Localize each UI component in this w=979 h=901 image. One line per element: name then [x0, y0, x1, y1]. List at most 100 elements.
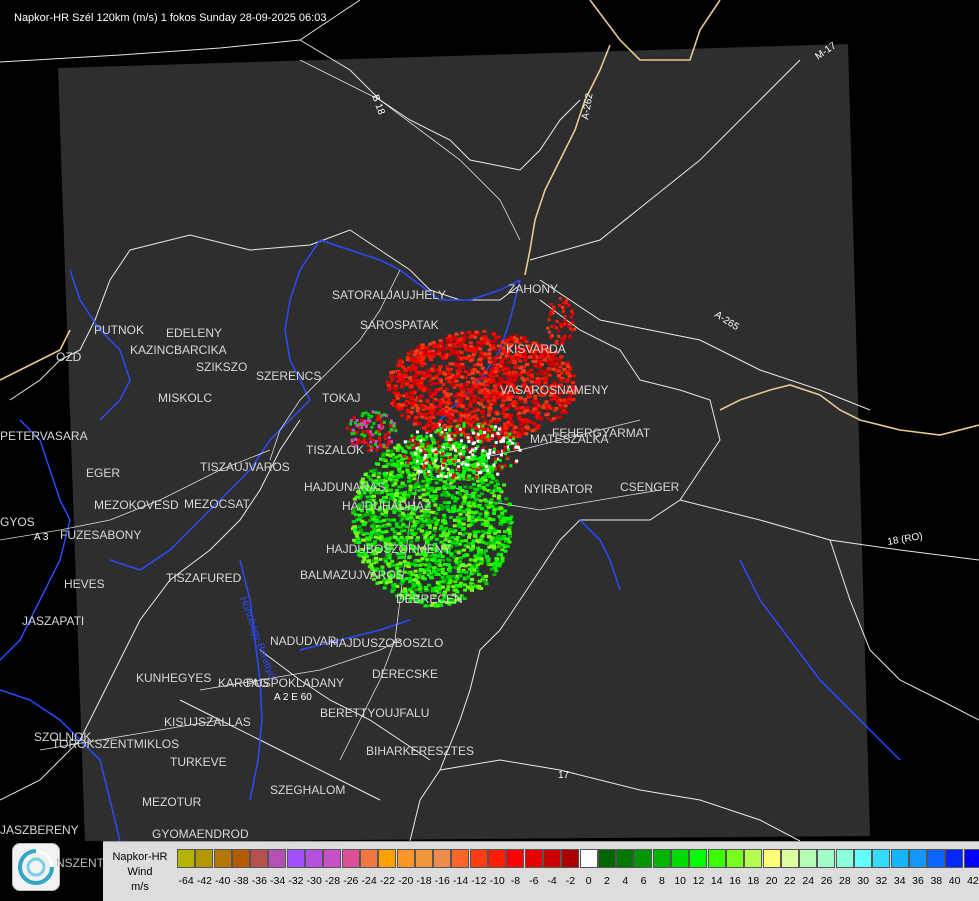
radar-echo-pixel	[377, 439, 381, 443]
radar-echo-pixel	[525, 363, 530, 366]
radar-echo-pixel	[560, 323, 564, 327]
radar-echo-pixel	[402, 369, 407, 373]
radar-echo-pixel	[487, 530, 492, 534]
radar-echo-pixel	[466, 458, 470, 462]
radar-echo-pixel	[457, 473, 461, 477]
radar-echo-pixel	[476, 516, 481, 520]
radar-echo-pixel	[376, 515, 381, 519]
radar-echo-pixel	[436, 568, 441, 572]
radar-echo-pixel	[362, 513, 367, 517]
legend-swatch	[469, 849, 488, 868]
legend-name-line: Napkor-HR	[112, 851, 168, 863]
radar-echo-pixel	[403, 440, 407, 444]
radar-echo-pixel	[389, 449, 394, 453]
radar-echo-pixel	[463, 344, 468, 347]
radar-echo-pixel	[409, 461, 414, 465]
radar-map: B 18 A-262 M-17 A-265 18 (RO) 17 A 3 A 2…	[0, 0, 979, 841]
radar-echo-pixel	[429, 383, 433, 387]
radar-echo-pixel	[505, 544, 510, 548]
radar-echo-pixel	[489, 562, 494, 566]
radar-echo-pixel	[410, 532, 415, 536]
radar-echo-pixel	[406, 561, 411, 565]
radar-echo-pixel	[432, 516, 437, 520]
legend-swatch	[872, 849, 891, 868]
radar-echo-pixel	[461, 522, 466, 526]
legend-swatch	[890, 849, 909, 868]
radar-echo-pixel	[416, 466, 420, 470]
radar-echo-pixel	[463, 370, 468, 374]
radar-echo-pixel	[466, 501, 471, 505]
radar-echo-pixel	[407, 556, 412, 560]
radar-echo-pixel	[413, 563, 418, 567]
city-label: SZERENCS	[256, 369, 321, 383]
radar-echo-pixel	[499, 430, 504, 434]
radar-echo-pixel	[441, 533, 445, 537]
legend-swatch	[305, 849, 324, 868]
radar-echo-pixel	[489, 538, 494, 542]
radar-echo-pixel	[405, 495, 410, 499]
city-label: NADUDVAR	[270, 634, 337, 648]
radar-echo-pixel	[472, 568, 477, 572]
radar-echo-pixel	[554, 362, 559, 365]
city-label: TOKAJ	[322, 391, 360, 405]
radar-echo-pixel	[486, 505, 491, 509]
radar-echo-pixel	[412, 477, 417, 481]
road-label: A 3	[34, 532, 49, 543]
radar-echo-pixel	[400, 403, 405, 407]
radar-echo-pixel	[425, 478, 430, 482]
radar-echo-pixel	[368, 437, 372, 440]
radar-echo-pixel	[404, 525, 409, 529]
radar-echo-pixel	[459, 414, 464, 418]
radar-echo-pixel	[420, 412, 425, 416]
radar-echo-pixel	[432, 566, 436, 570]
radar-echo-pixel	[484, 473, 489, 477]
legend-swatches	[177, 849, 979, 868]
legend-swatch	[689, 849, 708, 868]
city-label: MEZOTUR	[142, 795, 202, 809]
radar-echo-pixel	[392, 530, 397, 534]
radar-echo-pixel	[496, 496, 501, 500]
radar-echo-pixel	[425, 532, 430, 535]
radar-echo-pixel	[459, 449, 463, 452]
radar-echo-pixel	[491, 518, 496, 522]
radar-echo-pixel	[467, 495, 472, 499]
radar-echo-pixel	[420, 406, 425, 410]
radar-echo-pixel	[394, 387, 399, 391]
radar-echo-pixel	[546, 326, 550, 330]
radar-echo-pixel	[478, 499, 483, 503]
radar-echo-pixel	[386, 449, 390, 453]
legend-swatch	[414, 849, 433, 868]
radar-echo-pixel	[466, 541, 471, 545]
radar-echo-pixel	[488, 501, 493, 505]
radar-echo-pixel	[472, 367, 477, 371]
radar-echo-pixel	[362, 422, 366, 426]
radar-echo-pixel	[406, 531, 411, 535]
radar-echo-pixel	[456, 467, 460, 471]
radar-echo-pixel	[451, 509, 456, 513]
radar-echo-pixel	[451, 468, 454, 472]
radar-echo-pixel	[483, 468, 487, 472]
radar-echo-pixel	[371, 446, 375, 450]
radar-echo-pixel	[400, 517, 405, 521]
radar-echo-pixel	[412, 379, 417, 383]
radar-echo-pixel	[405, 399, 410, 403]
radar-echo-pixel	[419, 525, 424, 528]
radar-echo-pixel	[501, 362, 506, 366]
radar-echo-pixel	[429, 408, 433, 412]
radar-echo-pixel	[462, 335, 467, 339]
radar-echo-pixel	[434, 450, 438, 454]
radar-echo-pixel	[397, 556, 402, 560]
radar-echo-pixel	[484, 541, 489, 545]
radar-echo-pixel	[500, 543, 505, 547]
radar-echo-pixel	[492, 447, 496, 451]
radar-echo-pixel	[444, 387, 449, 391]
radar-echo-pixel	[392, 391, 397, 395]
radar-echo-pixel	[445, 394, 450, 398]
radar-echo-pixel	[478, 355, 483, 358]
radar-echo-pixel	[476, 384, 481, 388]
radar-echo-pixel	[388, 518, 393, 522]
radar-echo-pixel	[462, 477, 466, 481]
radar-echo-pixel	[400, 385, 405, 389]
radar-echo-pixel	[362, 438, 366, 442]
radar-echo-pixel	[412, 422, 417, 426]
